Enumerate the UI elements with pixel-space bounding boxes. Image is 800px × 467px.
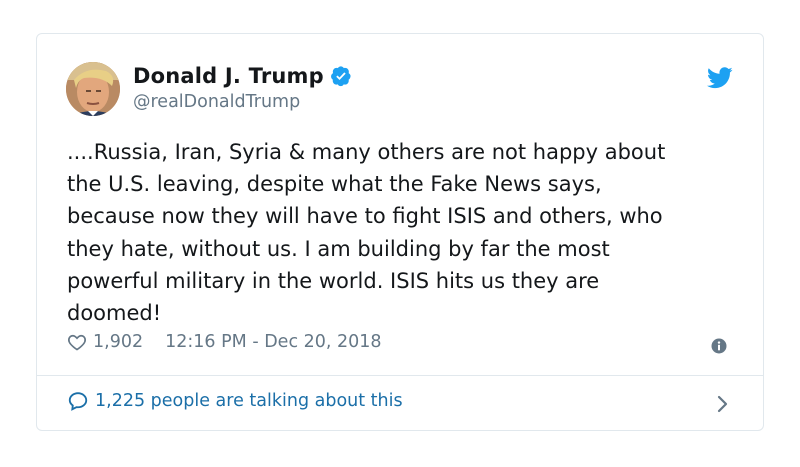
- avatar-photo: [66, 62, 120, 116]
- tweet-card: Donald J. Trump @realDonaldTrump ....Rus…: [36, 33, 764, 431]
- talking-about-label[interactable]: 1,225 people are talking about this: [95, 391, 403, 411]
- heart-icon[interactable]: [67, 332, 87, 352]
- avatar[interactable]: [66, 62, 120, 116]
- tweet-text: ....Russia, Iran, Syria & many others ar…: [67, 140, 666, 326]
- speech-bubble-icon: [67, 390, 89, 412]
- twitter-bird-icon[interactable]: [706, 67, 733, 89]
- info-icon[interactable]: [711, 338, 727, 354]
- chevron-right-icon[interactable]: [715, 394, 729, 414]
- verified-badge-icon: [330, 65, 352, 87]
- author-display-name[interactable]: Donald J. Trump: [133, 64, 324, 88]
- like-count[interactable]: 1,902: [93, 332, 143, 352]
- author-name-row[interactable]: Donald J. Trump: [133, 64, 352, 88]
- tweet-meta: 1,902 12:16 PM - Dec 20, 2018: [67, 332, 382, 352]
- tweet-timestamp[interactable]: 12:16 PM - Dec 20, 2018: [165, 332, 381, 352]
- conversation-link[interactable]: 1,225 people are talking about this: [67, 390, 403, 412]
- author-handle[interactable]: @realDonaldTrump: [133, 92, 300, 112]
- divider: [37, 375, 763, 376]
